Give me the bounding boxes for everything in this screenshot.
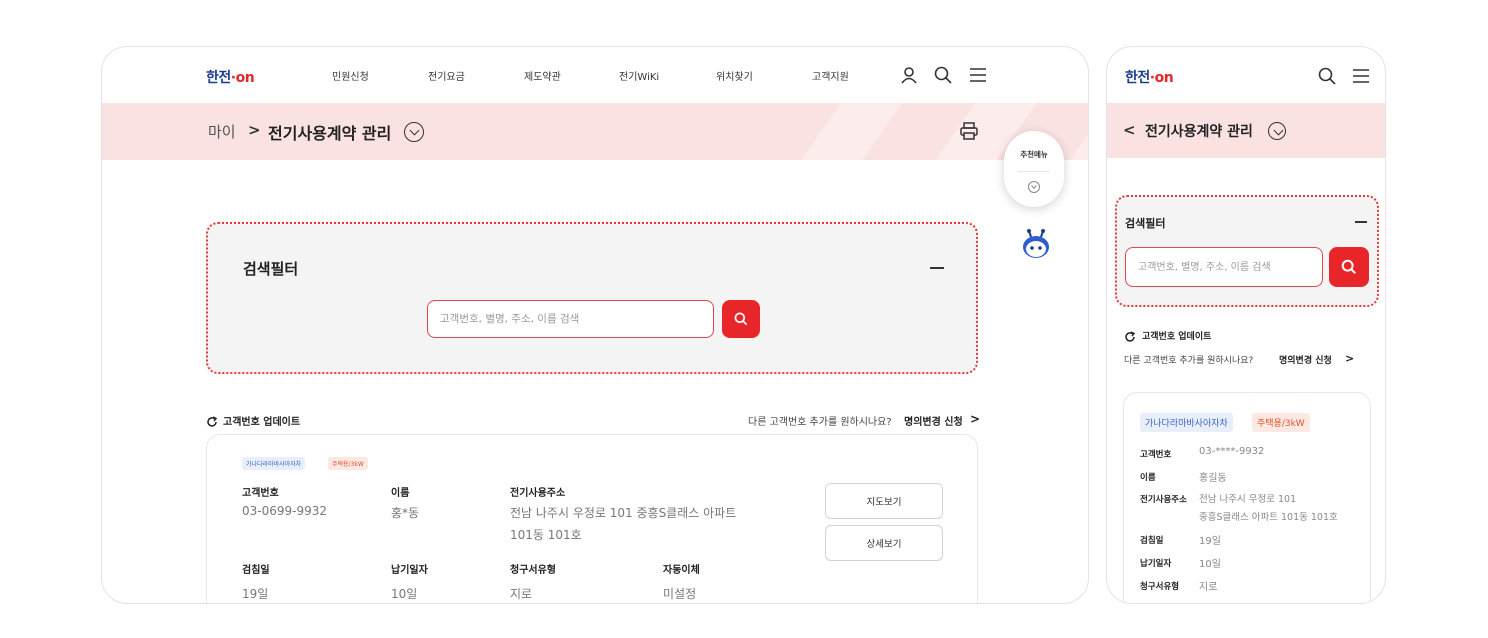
desktop-screen: 한전·on 민원신청 전기요금 제도약관 전기WiKi 위치찾기 고객지원 마이…: [101, 46, 1089, 604]
chevron-right-icon[interactable]: >: [970, 412, 980, 426]
field-value: 03-0699-9932: [242, 504, 328, 518]
print-icon[interactable]: [959, 121, 979, 141]
field-label: 자동이체: [663, 565, 700, 576]
nav-item-bill[interactable]: 전기요금: [428, 68, 465, 83]
recommended-menu-label: 추천메뉴: [1020, 150, 1048, 159]
title-band: < 전기사용계약 관리: [1107, 103, 1385, 158]
divider: [1018, 171, 1050, 172]
usage-type-tag: 주택용/3kW: [328, 457, 368, 470]
kepco-on-logo[interactable]: 한전·on: [1125, 67, 1174, 87]
recommended-menu-widget[interactable]: 추천메뉴: [1004, 131, 1064, 207]
search-input[interactable]: [427, 300, 714, 338]
field-value: 지로: [510, 587, 533, 601]
field-value: 10일: [1199, 559, 1221, 570]
logo-text-1: 한전: [1125, 70, 1150, 86]
nav-item-support[interactable]: 고객지원: [812, 68, 849, 83]
mobile-screen: 한전·on < 전기사용계약 관리 검색필터 고객번호 업데이트 다른 고객번호…: [1106, 46, 1386, 604]
field-label: 이름: [391, 488, 410, 499]
nickname-tag: 가나다라마바사아자차: [242, 457, 306, 470]
field-value-line2: 중흥S클래스 아파트 101동 101호: [1199, 512, 1338, 523]
field-label: 전기사용주소: [1140, 495, 1187, 505]
logo-text-2: ·on: [230, 70, 255, 86]
name-change-link[interactable]: 명의변경 신청: [1279, 353, 1332, 366]
field-label: 고객번호: [1140, 450, 1172, 460]
back-icon[interactable]: <: [1123, 121, 1136, 139]
field-value: 미설정: [663, 587, 697, 601]
field-label: 청구서유형: [510, 565, 556, 576]
contract-card[interactable]: 가나다라마바사아자차 주택용/3kW 고객번호 03-0699-9932 이름 …: [206, 434, 978, 603]
search-filter-panel: 검색필터: [1115, 195, 1379, 307]
kepco-on-logo[interactable]: 한전·on: [206, 67, 255, 87]
map-view-button[interactable]: 지도보기: [825, 483, 943, 519]
breadcrumb-separator: >: [248, 121, 261, 139]
search-icon[interactable]: [1317, 66, 1337, 86]
name-change-link[interactable]: 명의변경 신청: [904, 413, 963, 428]
refresh-icon[interactable]: [206, 413, 218, 427]
customer-number-update-label[interactable]: 고객번호 업데이트: [223, 413, 300, 428]
collapse-icon[interactable]: [1355, 221, 1367, 223]
field-value: 10일: [391, 587, 418, 601]
logo-text-2: ·on: [1149, 70, 1174, 86]
page-title: 전기사용계약 관리: [1145, 124, 1253, 140]
nav-item-terms[interactable]: 제도약관: [524, 68, 561, 83]
field-label: 납기일자: [391, 565, 428, 576]
name-change-prompt: 다른 고객번호 추가를 원하시나요?: [1124, 356, 1254, 366]
usage-type-tag: 주택용/3kW: [1252, 413, 1310, 432]
contract-card[interactable]: 가나다라마바사아자차 주택용/3kW 고객번호 03-****-9932 이름 …: [1123, 392, 1371, 603]
field-label: 검침일: [1140, 536, 1164, 546]
search-icon: [734, 312, 748, 326]
search-button[interactable]: [1329, 247, 1369, 287]
logo-text-1: 한전: [206, 70, 231, 86]
breadcrumb-parent[interactable]: 마이: [208, 121, 236, 142]
field-value: 19일: [1199, 536, 1221, 547]
customer-number-update-label[interactable]: 고객번호 업데이트: [1142, 329, 1211, 342]
page-title: 전기사용계약 관리: [268, 124, 392, 143]
refresh-icon[interactable]: [1124, 328, 1136, 342]
field-label: 이름: [1140, 473, 1156, 483]
collapse-icon[interactable]: [930, 267, 944, 269]
field-value: 전남 나주시 우정로 101: [1199, 494, 1297, 505]
search-icon: [1341, 259, 1357, 275]
field-label: 납기일자: [1140, 559, 1172, 569]
field-label: 고객번호: [242, 488, 279, 499]
search-filter-panel: 검색필터: [206, 222, 978, 374]
search-input[interactable]: [1125, 247, 1323, 287]
field-value: 19일: [242, 587, 269, 601]
search-icon[interactable]: [933, 65, 953, 85]
field-value: 홍*동: [391, 506, 420, 520]
nickname-tag: 가나다라마바사아자차: [1140, 413, 1233, 432]
filter-title: 검색필터: [1125, 217, 1166, 230]
chevron-down-icon[interactable]: [404, 122, 424, 142]
field-value: 03-****-9932: [1199, 446, 1265, 457]
field-value-line2: 101동 101호: [510, 528, 582, 542]
chatbot-mascot-icon[interactable]: [1019, 227, 1053, 261]
field-value: 지로: [1199, 582, 1218, 593]
field-value: 전남 나주시 우정로 101 중흥S클래스 아파트: [510, 506, 737, 520]
title-band: 마이 > 전기사용계약 관리: [102, 103, 1088, 160]
chevron-down-icon[interactable]: [1268, 122, 1286, 140]
chevron-right-icon[interactable]: >: [1345, 352, 1354, 365]
menu-icon[interactable]: [1351, 66, 1371, 86]
chevron-down-icon[interactable]: [1028, 181, 1040, 193]
field-value: 홍길동: [1199, 473, 1227, 484]
field-label: 전기사용주소: [510, 488, 566, 499]
name-change-prompt: 다른 고객번호 추가를 원하시나요?: [748, 417, 892, 428]
nav-item-wiki[interactable]: 전기WiKi: [619, 68, 659, 83]
user-icon[interactable]: [899, 65, 919, 85]
nav-item-location[interactable]: 위치찾기: [716, 68, 753, 83]
nav-item-civil[interactable]: 민원신청: [332, 68, 369, 83]
detail-view-button[interactable]: 상세보기: [825, 525, 943, 561]
field-label: 검침일: [242, 565, 270, 576]
filter-title: 검색필터: [243, 260, 299, 278]
search-button[interactable]: [722, 300, 760, 338]
menu-icon[interactable]: [968, 65, 988, 85]
field-label: 청구서유형: [1140, 582, 1180, 592]
